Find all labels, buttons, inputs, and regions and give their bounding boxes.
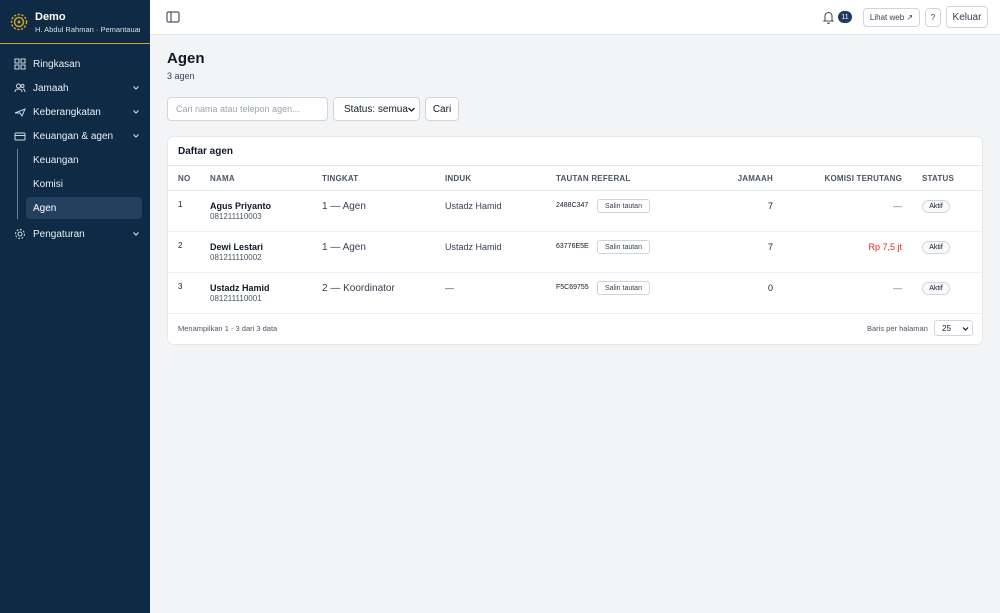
referral-code: 63776E5E <box>556 243 589 250</box>
agent-parent: Ustadz Hamid <box>445 201 502 211</box>
agent-tier: 2 — Koordinator <box>322 283 395 294</box>
sidebar-subitem-komisi[interactable]: Komisi <box>26 173 142 195</box>
search-input[interactable] <box>167 97 328 121</box>
brand-subtitle: H. Abdul Rahman · Pemantauan <box>35 25 140 34</box>
logout-button[interactable]: Keluar <box>946 6 988 28</box>
users-icon <box>14 82 26 94</box>
sidebar-nav: Ringkasan Jamaah Keberangkatan Keuangan … <box>0 44 150 246</box>
copy-link-button[interactable]: Salin tautan <box>597 199 650 213</box>
column-header-tier: Tingkat <box>322 174 359 183</box>
jamaah-count: 0 <box>767 283 773 293</box>
rows-per-page-select[interactable]: 25 <box>934 320 973 336</box>
referral-code: 2488C347 <box>556 202 589 209</box>
agent-phone: 081211110001 <box>210 294 262 303</box>
sidebar-item-label: Jamaah <box>33 82 69 94</box>
status-badge: Aktif <box>922 282 950 295</box>
sidebar-item-label: Keberangkatan <box>33 106 101 118</box>
agent-name: Agus Priyanto <box>210 201 272 211</box>
brand-title: Demo <box>35 11 66 23</box>
commission-owed: — <box>893 283 902 293</box>
main-content: Agen 3 agen Status: semua Cari Daftar ag… <box>150 35 1000 613</box>
chevron-down-icon <box>132 132 140 140</box>
sidebar-item-keberangkatan[interactable]: Keberangkatan <box>0 100 150 124</box>
agent-parent: — <box>445 283 454 293</box>
column-header-name: Nama <box>210 174 235 183</box>
commission-owed: Rp 7,5 jt <box>868 242 902 252</box>
sidebar-subitem-keuangan[interactable]: Keuangan <box>26 149 142 171</box>
column-header-no: No <box>178 174 191 183</box>
table-header: No Nama Tingkat Induk Tautan referal Jam… <box>168 165 982 191</box>
sidebar-item-label: Pengaturan <box>33 228 85 240</box>
status-filter-select[interactable]: Status: semua <box>333 97 420 121</box>
jamaah-count: 7 <box>767 242 773 252</box>
sidebar-item-label: Keuangan & agen <box>33 130 114 142</box>
agent-tier: 1 — Agen <box>322 201 366 212</box>
sidebar-item-jamaah[interactable]: Jamaah <box>0 76 150 100</box>
wallet-icon <box>14 130 26 142</box>
agent-name: Ustadz Hamid <box>210 283 270 293</box>
table-row: 1 Agus Priyanto 081211110003 1 — Agen Us… <box>168 191 982 232</box>
column-header-status: Status <box>922 174 955 183</box>
commission-owed: — <box>893 201 902 211</box>
search-button[interactable]: Cari <box>425 97 459 121</box>
notification-count-badge: 11 <box>838 11 852 23</box>
column-header-jamaah: Jamaah <box>737 174 773 183</box>
status-filter-value: Status: semua <box>344 103 408 115</box>
status-badge: Aktif <box>922 200 950 213</box>
page-title: Agen <box>167 50 205 67</box>
chevron-down-icon <box>132 108 140 116</box>
table-title: Daftar agen <box>178 146 234 157</box>
bell-icon[interactable] <box>822 10 835 24</box>
copy-link-button[interactable]: Salin tautan <box>597 240 650 254</box>
brand: Demo H. Abdul Rahman · Pemantauan <box>0 0 150 44</box>
sidebar-item-label: Ringkasan <box>33 58 81 70</box>
sidebar-subitem-agen[interactable]: Agen <box>26 197 142 219</box>
table-row: 2 Dewi Lestari 081211110002 1 — Agen Ust… <box>168 232 982 273</box>
row-number: 1 <box>178 200 183 209</box>
referral-code: F5C69755 <box>556 284 589 291</box>
gear-icon <box>14 228 26 240</box>
pagination-summary: Menampilkan 1 - 3 dari 3 data <box>178 324 278 333</box>
chevron-down-icon <box>962 327 969 331</box>
gear-logo-icon <box>10 13 28 31</box>
agent-phone: 081211110002 <box>210 253 262 262</box>
agent-name: Dewi Lestari <box>210 242 264 252</box>
sidebar-item-ringkasan[interactable]: Ringkasan <box>0 52 150 76</box>
copy-link-button[interactable]: Salin tautan <box>597 281 650 295</box>
column-header-referral: Tautan referal <box>556 174 631 183</box>
sidebar-item-keuangan-agen[interactable]: Keuangan & agen <box>0 124 150 148</box>
grid-icon <box>14 58 26 70</box>
agents-table-card: Daftar agen No Nama Tingkat Induk Tautan… <box>167 136 983 345</box>
page-subtitle: 3 agen <box>167 71 195 81</box>
jamaah-count: 7 <box>767 201 773 211</box>
view-website-button[interactable]: Lihat web ↗ <box>863 8 920 27</box>
sidebar-item-pengaturan[interactable]: Pengaturan <box>0 222 150 246</box>
table-row: 3 Ustadz Hamid 081211110001 2 — Koordina… <box>168 273 982 314</box>
sidebar-subnav: Keuangan Komisi Agen <box>17 149 150 219</box>
rows-per-page-value: 25 <box>942 323 951 333</box>
plane-icon <box>14 106 26 118</box>
row-number: 2 <box>178 241 183 250</box>
chevron-down-icon <box>408 107 415 112</box>
column-header-commission: Komisi terutang <box>824 174 902 183</box>
chevron-down-icon <box>132 84 140 92</box>
help-button[interactable]: ? <box>925 8 941 27</box>
agent-phone: 081211110003 <box>210 212 262 221</box>
chevron-down-icon <box>132 230 140 238</box>
status-badge: Aktif <box>922 241 950 254</box>
sidebar-toggle-icon[interactable] <box>166 10 180 24</box>
agent-parent: Ustadz Hamid <box>445 242 502 252</box>
topbar: 11 Lihat web ↗ ? Keluar <box>150 0 1000 35</box>
agent-tier: 1 — Agen <box>322 242 366 253</box>
rows-per-page-label: Baris per halaman <box>867 324 928 333</box>
row-number: 3 <box>178 282 183 291</box>
sidebar: Demo H. Abdul Rahman · Pemantauan Ringka… <box>0 0 150 613</box>
column-header-parent: Induk <box>445 174 472 183</box>
